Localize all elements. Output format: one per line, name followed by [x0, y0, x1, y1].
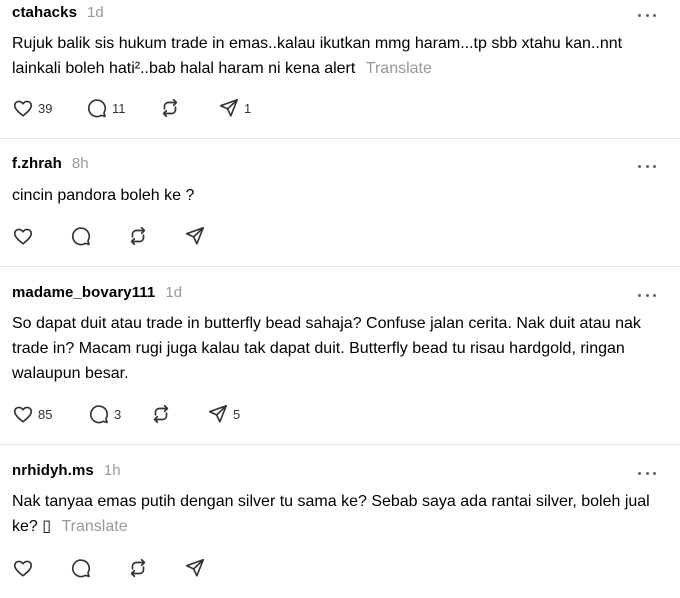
post-text-content: cincin pandora boleh ke ?	[12, 187, 195, 204]
post-text-content: So dapat duit atau trade in butterfly be…	[12, 315, 641, 382]
username[interactable]: f.zhrah	[12, 155, 62, 172]
like-button[interactable]: 85	[12, 402, 52, 426]
repost-icon	[162, 98, 178, 118]
repost-icon	[130, 558, 146, 578]
repost-button[interactable]	[159, 96, 185, 120]
username[interactable]: ctahacks	[12, 4, 77, 21]
like-count: 85	[38, 406, 53, 422]
comment-icon	[89, 405, 109, 424]
divider	[0, 138, 680, 139]
more-dot	[653, 164, 656, 168]
share-button[interactable]: 5	[207, 402, 240, 426]
more-dot	[653, 293, 656, 297]
heart-icon	[13, 406, 33, 423]
reply-count: 3	[114, 406, 122, 422]
more-dot	[653, 471, 656, 475]
more-dot	[653, 13, 656, 17]
share-count: 5	[233, 406, 241, 422]
post-header: ctahacks 1d	[12, 4, 104, 26]
heart-icon	[13, 228, 33, 245]
reply-button[interactable]: 3	[88, 402, 121, 426]
post-text: Nak tanyaa emas putih dengan silver tu s…	[12, 489, 652, 539]
timestamp: 1h	[103, 462, 121, 479]
comment-icon	[71, 559, 91, 578]
reply-button[interactable]	[70, 224, 96, 248]
post-text: Rujuk balik sis hukum trade in emas..kal…	[12, 31, 652, 81]
comment-icon	[71, 227, 91, 246]
repost-button[interactable]	[127, 556, 153, 580]
share-button[interactable]	[184, 224, 210, 248]
share-button[interactable]	[184, 556, 210, 580]
post-text: cincin pandora boleh ke ?	[12, 183, 652, 208]
more-options-icon[interactable]	[638, 466, 656, 480]
more-dot	[638, 13, 641, 17]
comment-post: f.zhrah 8h cincin pandora boleh ke ?	[0, 155, 680, 260]
more-dot	[645, 293, 649, 297]
reply-button[interactable]	[70, 556, 96, 580]
post-text-content: Rujuk balik sis hukum trade in emas..kal…	[12, 35, 623, 77]
reply-button[interactable]: 11	[86, 96, 126, 120]
comment-post: madame_bovary111 1d So dapat duit atau t…	[0, 284, 680, 439]
more-dot	[645, 13, 649, 17]
more-dot	[645, 471, 649, 475]
like-button[interactable]: 39	[12, 96, 52, 120]
timestamp: 1d	[87, 4, 104, 21]
send-icon	[208, 404, 228, 423]
heart-icon	[13, 560, 33, 577]
send-icon	[219, 98, 239, 117]
repost-icon	[130, 226, 146, 246]
repost-button[interactable]	[150, 402, 176, 426]
more-dot	[638, 471, 641, 475]
translate-link[interactable]: Translate	[366, 60, 432, 77]
share-button[interactable]: 1	[218, 96, 251, 120]
like-count: 39	[38, 100, 53, 116]
reply-count: 11	[112, 100, 126, 116]
like-button[interactable]	[12, 556, 38, 580]
comment-feed: ctahacks 1d Rujuk balik sis hukum trade …	[0, 0, 680, 598]
post-text: So dapat duit atau trade in butterfly be…	[12, 311, 652, 386]
more-dot	[645, 164, 649, 168]
send-icon	[185, 226, 205, 245]
translate-link[interactable]: Translate	[62, 518, 128, 535]
comment-post: ctahacks 1d Rujuk balik sis hukum trade …	[0, 4, 680, 134]
more-options-icon[interactable]	[638, 159, 656, 173]
more-options-icon[interactable]	[638, 8, 656, 22]
heart-icon	[13, 100, 33, 117]
timestamp: 8h	[71, 155, 89, 172]
post-header: f.zhrah 8h	[12, 155, 89, 177]
comment-icon	[87, 99, 107, 118]
send-icon	[185, 558, 205, 577]
divider	[0, 266, 680, 267]
post-header: madame_bovary111 1d	[12, 284, 182, 306]
post-header: nrhidyh.ms 1h	[12, 462, 121, 484]
share-count: 1	[244, 100, 252, 116]
more-dot	[638, 164, 641, 168]
repost-icon	[153, 404, 169, 424]
username[interactable]: madame_bovary111	[12, 284, 155, 301]
more-options-icon[interactable]	[638, 288, 656, 302]
like-button[interactable]	[12, 224, 38, 248]
repost-button[interactable]	[127, 224, 153, 248]
more-dot	[638, 293, 641, 297]
comment-post: nrhidyh.ms 1h Nak tanyaa emas putih deng…	[0, 462, 680, 592]
timestamp: 1d	[165, 284, 183, 301]
username[interactable]: nrhidyh.ms	[12, 462, 94, 479]
divider	[0, 444, 680, 445]
